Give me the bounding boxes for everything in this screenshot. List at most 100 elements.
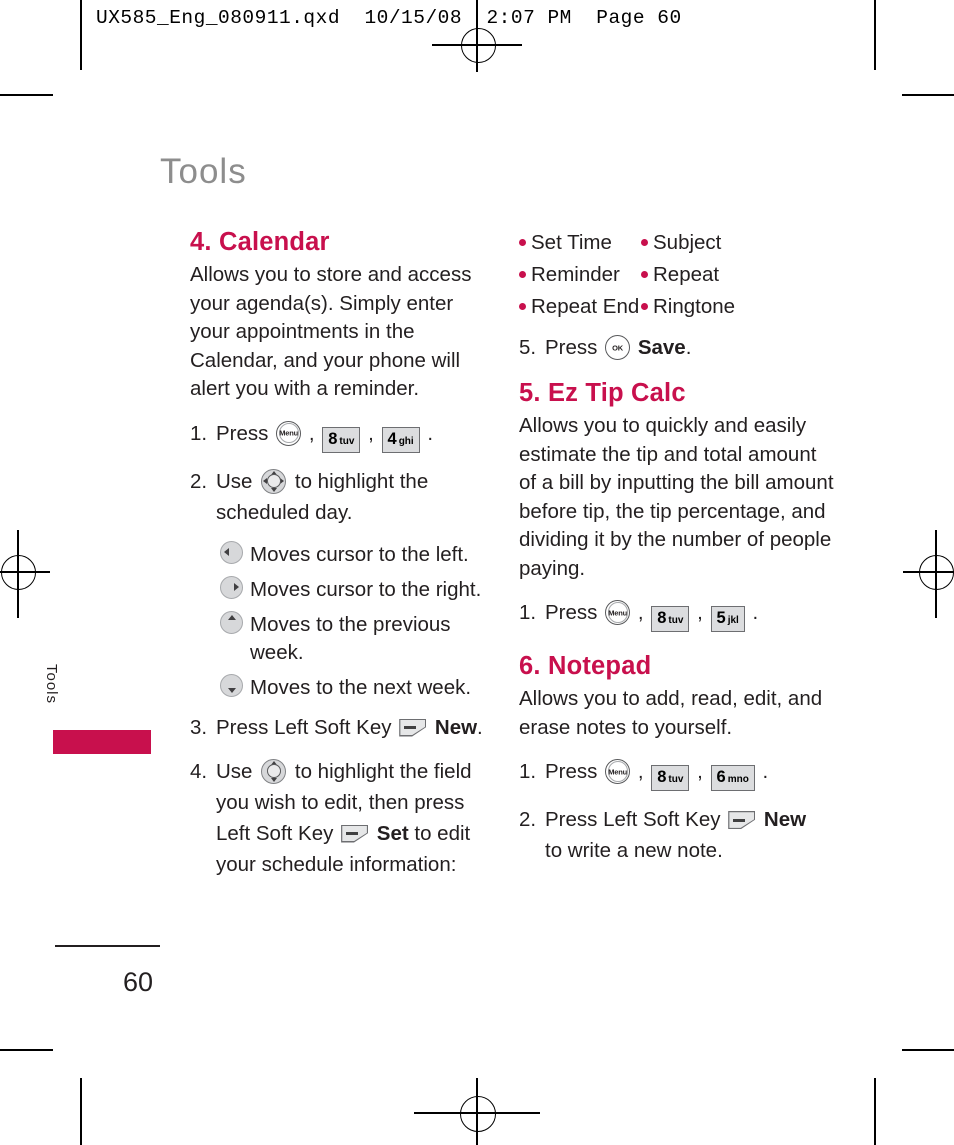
step-text-continued: to write a new note. bbox=[545, 839, 723, 862]
left-soft-key-icon[interactable] bbox=[399, 718, 427, 737]
comma: , bbox=[308, 421, 315, 445]
numeric-key-4-icon[interactable]: 4 ghi bbox=[381, 426, 420, 453]
numeric-key-6-icon[interactable]: 6 mno bbox=[710, 765, 755, 791]
arrow-right-key-icon[interactable] bbox=[220, 575, 243, 599]
key-letters: tuv bbox=[668, 615, 684, 626]
period: . bbox=[477, 715, 483, 739]
step-number: 1. bbox=[519, 760, 537, 783]
left-column: 4. Calendar Allows you to store and acce… bbox=[190, 228, 485, 893]
step-number: 3. bbox=[190, 715, 208, 739]
list-item: Repeat End bbox=[519, 292, 641, 322]
arrow-right-icon bbox=[280, 478, 285, 484]
list-item-label: Moves cursor to the right. bbox=[250, 577, 482, 601]
step-notepad-1: 1. Press , 8tuv , 6mno . bbox=[519, 756, 839, 791]
registration-mark-bottom-circle bbox=[460, 1096, 496, 1132]
arrow-down-icon bbox=[270, 777, 277, 782]
right-column: Set Time Subject Reminder Repeat Repeat … bbox=[519, 228, 839, 879]
page-number: 60 bbox=[123, 967, 154, 997]
numeric-key-5-icon[interactable]: 5 jkl bbox=[710, 606, 745, 632]
step-text: Use bbox=[216, 469, 253, 493]
soft-key-label: New bbox=[763, 808, 807, 831]
registration-mark-top-circle bbox=[461, 28, 496, 63]
key-number: 5 bbox=[716, 609, 726, 627]
list-item: Set Time bbox=[519, 228, 641, 258]
menu-key-icon[interactable] bbox=[276, 420, 302, 446]
soft-key-dash bbox=[346, 832, 359, 835]
step-text: Press Left Soft Key bbox=[545, 808, 721, 831]
prepress-header: UX585_Eng_080911.qxd 10/15/08 2:07 PM Pa… bbox=[96, 7, 682, 29]
crop-mark-bottom-right-horizontal bbox=[902, 1049, 954, 1051]
footer-rule bbox=[55, 945, 160, 947]
left-soft-key-icon[interactable] bbox=[728, 811, 756, 829]
step-text-continued-3: your schedule information: bbox=[216, 852, 457, 876]
arrow-down-icon bbox=[227, 687, 236, 693]
period: . bbox=[427, 421, 434, 445]
menu-key-icon[interactable] bbox=[605, 600, 631, 625]
section-heading-ez-tip-calc: 5. Ez Tip Calc bbox=[519, 379, 686, 407]
comma: , bbox=[697, 760, 703, 783]
side-tab-bar bbox=[53, 730, 151, 754]
soft-key-prefix: Left Soft Key bbox=[216, 821, 334, 845]
key-letters: ghi bbox=[398, 435, 414, 447]
list-item: Moves to the next week. bbox=[220, 673, 485, 702]
list-item-label: Reminder bbox=[531, 263, 620, 286]
calendar-field-bullet-list: Set Time Subject Reminder Repeat Repeat … bbox=[519, 228, 839, 322]
step-calendar-4: 4. Use to highlight the field you wish t… bbox=[190, 756, 485, 880]
comma: , bbox=[368, 421, 374, 445]
numeric-key-8-icon[interactable]: 8 tuv bbox=[322, 426, 361, 453]
arrow-down-key-icon[interactable] bbox=[220, 673, 243, 697]
soft-key-label: New bbox=[434, 715, 478, 739]
crop-mark-bottom-right-vertical bbox=[874, 1078, 876, 1145]
list-item-label: Moves to the next week. bbox=[250, 675, 472, 699]
ok-key-label: Save bbox=[637, 336, 686, 359]
comma: , bbox=[637, 760, 644, 783]
step-text: Press bbox=[545, 336, 598, 359]
step-number: 4. bbox=[190, 759, 208, 783]
period: . bbox=[685, 336, 692, 359]
key-letters: tuv bbox=[339, 435, 355, 447]
navigation-key-icon[interactable] bbox=[261, 468, 287, 494]
registration-mark-left-circle bbox=[1, 555, 36, 590]
list-item-label: Set Time bbox=[531, 231, 612, 254]
key-number: 8 bbox=[657, 609, 667, 627]
section-intro-notepad: Allows you to add, read, edit, and erase… bbox=[519, 687, 823, 739]
section-intro-calendar: Allows you to store and access your agen… bbox=[190, 263, 472, 400]
crop-mark-top-left-vertical bbox=[80, 0, 82, 70]
key-number: 8 bbox=[328, 429, 338, 448]
step-number: 2. bbox=[190, 469, 208, 493]
arrow-left-key-icon[interactable] bbox=[220, 540, 243, 564]
page-title: Tools bbox=[160, 152, 247, 191]
crop-mark-top-left-horizontal bbox=[0, 94, 53, 96]
arrow-up-key-icon[interactable] bbox=[220, 610, 243, 634]
numeric-key-8-icon[interactable]: 8 tuv bbox=[651, 765, 690, 791]
step-number: 2. bbox=[519, 808, 537, 831]
numeric-key-8-icon[interactable]: 8 tuv bbox=[651, 606, 690, 632]
soft-key-suffix: to edit bbox=[414, 821, 471, 845]
list-item-label: Repeat End bbox=[531, 295, 640, 318]
list-item-label-line2: week. bbox=[250, 640, 304, 664]
key-letters: mno bbox=[727, 774, 749, 785]
bullet-icon bbox=[519, 271, 526, 278]
step-text-continued-2: Left Soft Key Set to edit bbox=[216, 818, 485, 849]
arrow-right-icon bbox=[234, 583, 239, 591]
left-soft-key-icon[interactable] bbox=[341, 824, 369, 843]
navigation-key-center bbox=[266, 474, 281, 488]
list-item: Moves to the previous week. bbox=[220, 610, 485, 667]
navigation-key-center bbox=[266, 764, 281, 778]
step-text: Use bbox=[216, 759, 253, 783]
ok-key-icon[interactable] bbox=[605, 335, 631, 360]
crop-mark-bottom-left-vertical bbox=[80, 1078, 82, 1145]
bullet-icon bbox=[519, 239, 526, 246]
navigation-key-vertical-icon[interactable] bbox=[261, 758, 287, 784]
list-item-label: Repeat bbox=[653, 263, 720, 286]
step-calendar-5: 5. Press Save. bbox=[519, 332, 839, 363]
list-item-label: Ringtone bbox=[653, 295, 736, 318]
menu-key-icon[interactable] bbox=[605, 759, 631, 784]
step-notepad-2: 2. Press Left Soft Key New to write a ne… bbox=[519, 804, 839, 866]
direction-key-list: Moves cursor to the left. Moves cursor t… bbox=[190, 540, 485, 702]
side-tab-label: Tools bbox=[43, 664, 60, 705]
step-calendar-3: 3. Press Left Soft Key New. bbox=[190, 712, 485, 743]
list-item: Moves cursor to the right. bbox=[220, 575, 485, 604]
list-item-label: Moves to the previous week. bbox=[243, 611, 451, 667]
section-intro-ez-tip-calc: Allows you to quickly and easily estimat… bbox=[519, 414, 834, 580]
